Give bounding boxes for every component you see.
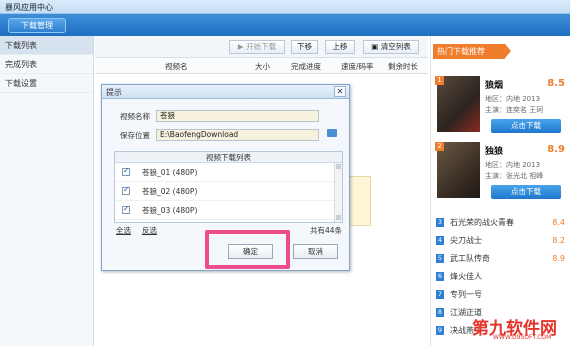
checkbox[interactable] bbox=[122, 185, 130, 195]
header-remaining: 剩余时长 bbox=[388, 62, 418, 71]
rank-score: 8.4 bbox=[552, 218, 565, 227]
hot-recommend-panel: 热门下载推荐 1 狼烟 8.5 地区：内地 2013 主演：连奕名 王珂 点击下… bbox=[430, 36, 570, 346]
movie-cast: 主演：连奕名 王珂 bbox=[485, 106, 544, 114]
video-name-field[interactable]: 苍狼 bbox=[156, 110, 319, 122]
sidebar-item-completed-list[interactable]: 完成列表 bbox=[0, 55, 93, 74]
rank-number: 5 bbox=[436, 254, 444, 263]
list-item[interactable]: 5 武工队传奇 8.9 bbox=[433, 250, 569, 268]
header-size: 大小 bbox=[255, 62, 270, 71]
start-download-button[interactable]: ▶ 开始下载 bbox=[229, 40, 285, 54]
rank-name[interactable]: 专列一号 bbox=[450, 286, 482, 304]
tab-bar: 下载管理 bbox=[0, 14, 570, 36]
cancel-button[interactable]: 取消 bbox=[293, 244, 338, 259]
rank-score: 8.2 bbox=[552, 236, 565, 245]
episode-name: 苍狼_01 (480P) bbox=[142, 168, 198, 177]
rank-number: 9 bbox=[436, 326, 444, 335]
watermark-url: WWW.D9SOFT.COM bbox=[493, 334, 552, 341]
clear-icon: ▣ bbox=[371, 42, 381, 51]
rank-number: 8 bbox=[436, 308, 444, 317]
movie-download-button[interactable]: 点击下载 bbox=[491, 119, 561, 133]
header-speed: 速度/码率 bbox=[341, 62, 374, 71]
rank-badge: 1 bbox=[435, 76, 444, 85]
movie-score: 8.5 bbox=[547, 78, 565, 89]
movie-score: 8.9 bbox=[547, 144, 565, 155]
sidebar: 下载列表 完成列表 下载设置 bbox=[0, 36, 94, 346]
move-up-button[interactable]: 上移 bbox=[325, 40, 355, 54]
dialog-title: 提示 bbox=[106, 88, 122, 97]
scroll-up-icon[interactable] bbox=[336, 164, 341, 169]
sidebar-item-download-list[interactable]: 下载列表 bbox=[0, 36, 93, 55]
confirm-highlight-box bbox=[205, 230, 290, 269]
movie-title[interactable]: 独狼 bbox=[485, 144, 503, 157]
dialog-title-bar: 提示 ✕ bbox=[102, 85, 349, 99]
header-video-name: 视频名 bbox=[165, 62, 188, 71]
sidebar-item-download-settings[interactable]: 下载设置 bbox=[0, 74, 93, 93]
list-item[interactable]: 4 尖刀战士 8.2 bbox=[433, 232, 569, 250]
list-item[interactable]: 苍狼_03 (480P) bbox=[115, 201, 342, 220]
rank-name[interactable]: 石光荣的战火青春 bbox=[450, 214, 514, 232]
scroll-down-icon[interactable] bbox=[336, 215, 341, 220]
clear-list-label: 清空列表 bbox=[380, 42, 411, 51]
episode-name: 苍狼_02 (480P) bbox=[142, 187, 198, 196]
folder-icon[interactable] bbox=[327, 129, 337, 137]
invert-selection-link[interactable]: 反选 bbox=[142, 225, 157, 236]
item-count: 共有44条 bbox=[310, 226, 343, 235]
movie-region: 地区：内地 2013 bbox=[485, 95, 541, 103]
move-down-button[interactable]: 下移 bbox=[291, 40, 318, 54]
background-note bbox=[349, 176, 371, 226]
save-location-field[interactable]: E:\BaofengDownload bbox=[156, 129, 319, 141]
tab-download-manager[interactable]: 下载管理 bbox=[8, 18, 66, 33]
video-name-label: 视频名称 bbox=[120, 112, 150, 121]
checkbox[interactable] bbox=[122, 166, 130, 176]
movie-title[interactable]: 狼烟 bbox=[485, 78, 503, 91]
hot-recommend-title: 热门下载推荐 bbox=[433, 44, 511, 59]
video-download-list: 视频下载列表 苍狼_01 (480P) 苍狼_02 (480P) 苍狼_03 (… bbox=[114, 151, 343, 223]
list-item[interactable]: 7 专列一号 bbox=[433, 286, 569, 304]
window-title: 暴风应用中心 bbox=[5, 3, 53, 12]
table-header: 视频名 大小 完成进度 速度/码率 剩余时长 bbox=[95, 58, 428, 74]
rank-name[interactable]: 尖刀战士 bbox=[450, 232, 482, 250]
rank-number: 6 bbox=[436, 272, 444, 281]
list-header: 视频下载列表 bbox=[115, 152, 342, 163]
movie-region: 地区：内地 2013 bbox=[485, 161, 541, 169]
header-progress: 完成进度 bbox=[291, 62, 321, 71]
clear-list-button[interactable]: ▣ 清空列表 bbox=[363, 40, 419, 54]
list-scrollbar[interactable] bbox=[334, 163, 342, 222]
checkbox[interactable] bbox=[122, 204, 130, 214]
rank-score: 8.9 bbox=[552, 254, 565, 263]
list-item[interactable]: 苍狼_02 (480P) bbox=[115, 182, 342, 201]
rank-number: 7 bbox=[436, 290, 444, 299]
select-all-link[interactable]: 全选 bbox=[116, 225, 131, 236]
episode-name: 苍狼_03 (480P) bbox=[142, 206, 198, 215]
rank-name[interactable]: 武工队传奇 bbox=[450, 250, 490, 268]
rank-number: 4 bbox=[436, 236, 444, 245]
list-item[interactable]: 苍狼_01 (480P) bbox=[115, 163, 342, 182]
rank-name[interactable]: 烽火佳人 bbox=[450, 268, 482, 286]
list-item[interactable]: 3 石光荣的战火青春 8.4 bbox=[433, 214, 569, 232]
rank-badge: 2 bbox=[435, 142, 444, 151]
rank-number: 3 bbox=[436, 218, 444, 227]
movie-download-button[interactable]: 点击下载 bbox=[491, 185, 561, 199]
movie-cast: 主演：张光北 祖峰 bbox=[485, 172, 544, 180]
list-item[interactable]: 6 烽火佳人 bbox=[433, 268, 569, 286]
title-bar: 暴风应用中心 bbox=[0, 0, 570, 14]
download-toolbar: ▶ 开始下载 下移 上移 ▣ 清空列表 bbox=[95, 36, 428, 58]
save-location-label: 保存位置 bbox=[120, 131, 150, 140]
close-icon[interactable]: ✕ bbox=[334, 86, 346, 97]
